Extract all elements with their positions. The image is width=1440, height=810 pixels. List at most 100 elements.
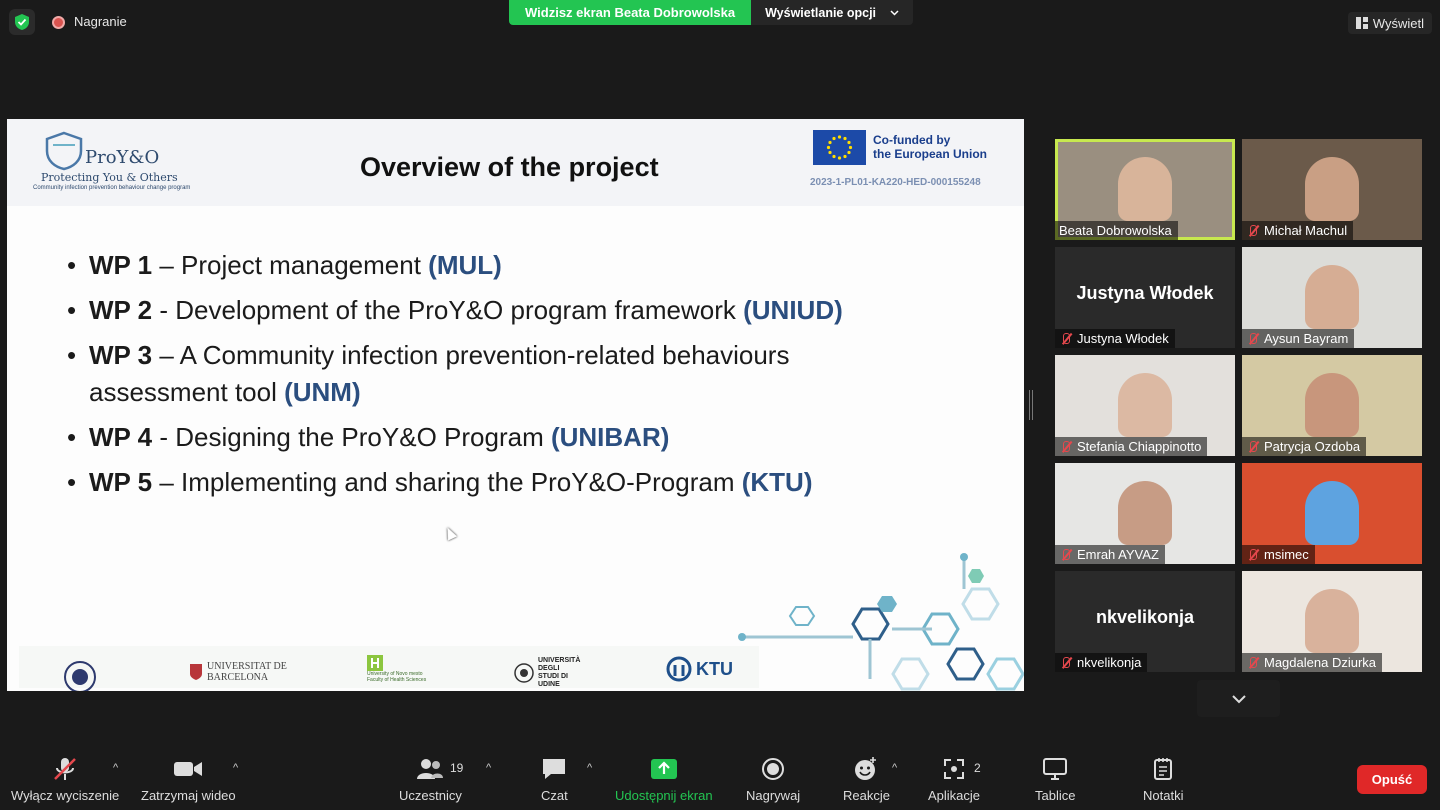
view-button[interactable]: Wyświetl [1347,12,1432,34]
microphone-muted-icon [1246,332,1260,346]
microphone-muted-icon [1059,656,1073,670]
unmute-button[interactable]: Wyłącz wyciszenie [11,756,119,803]
chat-bubble-icon [543,759,566,779]
grid-view-icon [1355,17,1368,29]
shared-screen-slide: ProY&O Protecting You & Others Community… [7,119,1024,691]
gallery-next-page-button[interactable] [1197,680,1280,717]
wp-label: WP 2 [89,295,153,325]
chat-options-caret-icon[interactable]: ^ [587,762,592,774]
participant-tile[interactable]: Magdalena Dziurka [1242,571,1422,672]
eu-line-2: the European Union [873,147,987,161]
chat-label: Czat [541,788,568,803]
participant-name-bar: Patrycja Ozdoba [1242,437,1367,456]
chat-button[interactable]: Czat [541,756,568,803]
participant-tile[interactable]: nkvelikonja nkvelikonja [1055,571,1235,672]
logo-tagline: Protecting You & Others [41,171,178,184]
wp-text: - Development of the ProY&O program fram… [152,295,744,325]
participant-video [1118,157,1172,221]
partner-barcelona-label: UNIVERSITAT DE BARCELONA [207,661,287,683]
notes-icon [1154,758,1173,780]
view-button-label: Wyświetl [1372,15,1424,31]
microphone-muted-icon [1246,548,1260,562]
participant-tile[interactable]: msimec [1242,463,1422,564]
participant-tile[interactable]: Michał Machul [1242,139,1422,240]
reactions-button[interactable]: Reakcje [843,756,890,803]
apps-button[interactable]: Aplikacje [928,756,980,803]
video-camera-icon [174,762,203,776]
eu-cofunded-text: Co-funded by the European Union [873,133,987,161]
notes-button[interactable]: Notatki [1143,756,1183,803]
participant-name-bar: Stefania Chiappinotto [1055,437,1208,456]
meeting-toolbar: Wyłącz wyciszenie ^ Zatrzymaj wideo ^ Uc… [0,748,1440,810]
partner-novo-mesto-label: University of Novo mesto Faculty of Heal… [367,671,427,683]
whiteboards-label: Tablice [1035,788,1076,803]
leave-meeting-button[interactable]: Opuść [1357,765,1427,794]
participant-name: Patrycja Ozdoba [1264,439,1361,454]
participant-name-bar: Michał Machul [1242,221,1354,240]
smiley-icon [855,757,877,780]
logo-name: ProY&O [85,147,160,168]
apps-icon [944,759,965,779]
microphone-muted-icon [1059,440,1073,454]
wp-text: – A Community infection prevention-relat… [89,340,790,407]
participant-tile[interactable]: Stefania Chiappinotto [1055,355,1235,456]
participant-name-bar: nkvelikonja [1055,653,1148,672]
record-label: Nagrywaj [746,788,801,803]
video-options-caret-icon[interactable]: ^ [233,762,238,774]
view-options-button[interactable]: Wyświetlanie opcji [751,0,914,25]
chevron-down-icon [890,9,899,16]
list-item: WP 3 – A Community infection prevention-… [67,337,897,411]
record-button[interactable]: Nagrywaj [746,756,800,803]
wp-org: (UNIUD) [743,295,843,325]
participant-video [1305,265,1359,329]
partner-udine: UNIVERSITÀ DEGLI STUDI DI UDINE [514,657,582,689]
participant-tile[interactable]: Patrycja Ozdoba [1242,355,1422,456]
audio-options-caret-icon[interactable]: ^ [113,762,118,774]
list-item: WP 4 - Designing the ProY&O Program (UNI… [67,419,967,456]
wp-label: WP 1 [89,250,153,280]
participants-label: Uczestnicy [399,788,462,803]
security-shield-icon[interactable] [9,9,35,35]
participant-tile[interactable]: Justyna Włodek Justyna Włodek [1055,247,1235,348]
work-package-list: WP 1 – Project management (MUL) WP 2 - D… [67,247,967,509]
eu-line-1: Co-funded by [873,133,951,147]
participant-name-bar: msimec [1242,545,1315,564]
participant-name: msimec [1264,547,1309,562]
share-banner-text: Widzisz ekran Beata Dobrowolska [509,0,752,25]
microphone-muted-icon [1059,548,1073,562]
share-screen-label: Udostępnij ekran [615,788,713,803]
partner-ktu: KTU [666,656,733,682]
participant-tile[interactable]: Beata Dobrowolska [1055,139,1235,240]
participant-video [1305,157,1359,221]
mouse-cursor-icon [442,525,458,541]
wp-label: WP 3 [89,340,153,370]
share-screen-button[interactable]: Udostępnij ekran [615,756,713,803]
record-icon [762,758,785,780]
participant-name-bar: Aysun Bayram [1242,329,1355,348]
participant-name-bar: Beata Dobrowolska [1055,221,1178,240]
wp-label: WP 5 [89,467,153,497]
wp-text: - Designing the ProY&O Program [152,422,551,452]
wp-org: (KTU) [741,467,813,497]
screen-share-banner: Widzisz ekran Beata Dobrowolska Wyświetl… [509,0,914,25]
reactions-options-caret-icon[interactable]: ^ [892,762,897,774]
partner-ktu-label: KTU [696,658,733,679]
resize-handle[interactable] [1029,390,1033,420]
reactions-label: Reakcje [843,788,890,803]
participant-name: Justyna Włodek [1077,331,1169,346]
participant-video [1305,589,1359,653]
participant-video [1305,373,1359,437]
whiteboards-button[interactable]: Tablice [1035,756,1075,803]
participants-options-caret-icon[interactable]: ^ [486,762,491,774]
share-screen-icon [650,759,677,779]
list-item: WP 5 – Implementing and sharing the ProY… [67,464,967,501]
stop-video-button[interactable]: Zatrzymaj wideo [141,756,236,803]
apps-label: Aplikacje [928,788,981,803]
microphone-muted-icon [1246,224,1260,238]
participant-name-bar: Emrah AYVAZ [1055,545,1165,564]
participant-tile[interactable]: Aysun Bayram [1242,247,1422,348]
participant-tile[interactable]: Emrah AYVAZ [1055,463,1235,564]
participant-video [1118,481,1172,545]
wp-label: WP 4 [89,422,153,452]
recording-label: Nagranie [74,14,127,29]
